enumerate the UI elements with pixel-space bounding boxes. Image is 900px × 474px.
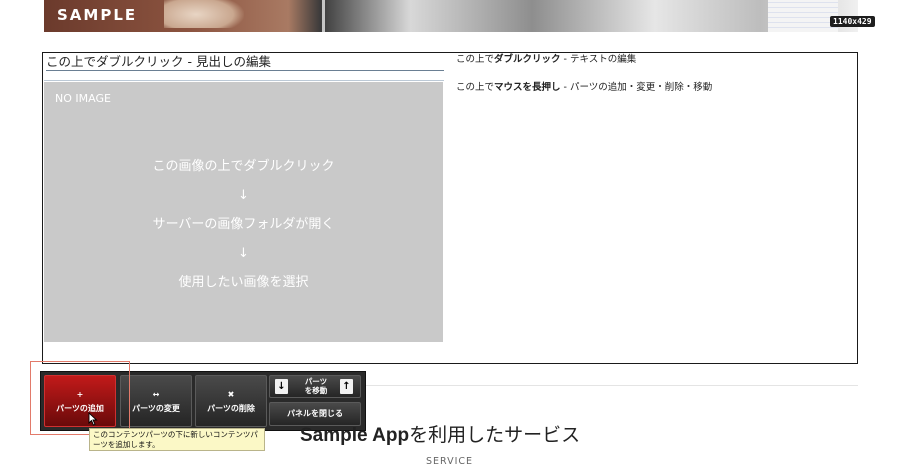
image-placeholder[interactable]: NO IMAGE この画像の上でダブルクリック ↓ サーバーの画像フォルダが開く… — [44, 82, 443, 342]
banner-hand-graphic — [164, 0, 244, 28]
section-divider — [360, 385, 858, 386]
change-part-label: パーツの変更 — [132, 404, 180, 413]
plus-icon: + — [76, 390, 84, 399]
instruction-line: サーバーの画像フォルダが開く — [152, 217, 335, 232]
tooltip: このコンテンツパーツの下に新しいコンテンツパーツを追加します。 — [89, 428, 265, 451]
image-size-badge: 1140x429 — [830, 16, 875, 27]
instruction-line: この画像の上でダブルクリック — [152, 159, 335, 174]
service-title-bold: Sample App — [300, 425, 410, 446]
mouse-cursor-icon — [88, 412, 98, 426]
text-row-post: - パーツの追加・変更・削除・移動 — [560, 82, 713, 93]
instruction-arrow: ↓ — [238, 246, 249, 261]
text-row-bold: マウスを長押し — [494, 82, 561, 93]
content-part-block[interactable]: この上でダブルクリック - 見出しの編集 NO IMAGE この画像の上でダブル… — [42, 52, 858, 364]
no-image-label: NO IMAGE — [55, 92, 111, 105]
editable-heading[interactable]: この上でダブルクリック - 見出しの編集 — [46, 51, 444, 71]
delete-icon: ✖ — [227, 390, 235, 399]
editable-text-area[interactable]: この上でダブルクリック - テキストの編集 この上でマウスを長押し - パーツの… — [456, 53, 836, 109]
text-row-pre: この上で — [456, 82, 495, 93]
instruction-line: 使用したい画像を選択 — [178, 275, 309, 290]
move-label-line2: を移動 — [304, 386, 328, 395]
add-part-button[interactable]: + パーツの追加 — [44, 375, 116, 427]
move-up-icon[interactable]: ↑ — [340, 379, 353, 394]
service-section-subtitle: SERVICE — [426, 456, 474, 467]
delete-part-button[interactable]: ✖ パーツの削除 — [195, 375, 267, 427]
image-instructions: この画像の上でダブルクリック ↓ サーバーの画像フォルダが開く ↓ 使用したい画… — [44, 152, 443, 297]
service-section-title: Sample Appを利用したサービス — [300, 420, 580, 447]
add-part-label: パーツの追加 — [56, 404, 104, 413]
heading-underline — [44, 80, 444, 81]
text-row: この上でマウスを長押し - パーツの追加・変更・削除・移動 — [456, 81, 836, 109]
text-row-post: - テキストの編集 — [560, 54, 637, 65]
move-part-label: パーツ を移動 — [294, 377, 338, 395]
swap-arrows-icon: ↔ — [152, 390, 160, 399]
move-part-control: ↓ パーツ を移動 ↑ — [269, 375, 361, 398]
banner-sample-text: SAMPLE — [57, 6, 138, 24]
header-banner-image: SAMPLE — [44, 0, 858, 32]
delete-part-label: パーツの削除 — [207, 404, 255, 413]
text-row: この上でダブルクリック - テキストの編集 — [456, 53, 836, 81]
instruction-arrow: ↓ — [238, 188, 249, 203]
text-row-bold: ダブルクリック — [494, 54, 561, 65]
banner-notebook-graphic — [768, 0, 838, 32]
service-title-rest: を利用したサービス — [409, 425, 581, 446]
change-part-button[interactable]: ↔ パーツの変更 — [120, 375, 192, 427]
move-down-icon[interactable]: ↓ — [275, 379, 288, 394]
banner-divider — [322, 0, 325, 32]
text-row-pre: この上で — [456, 54, 495, 65]
move-label-line1: パーツ — [304, 377, 328, 386]
